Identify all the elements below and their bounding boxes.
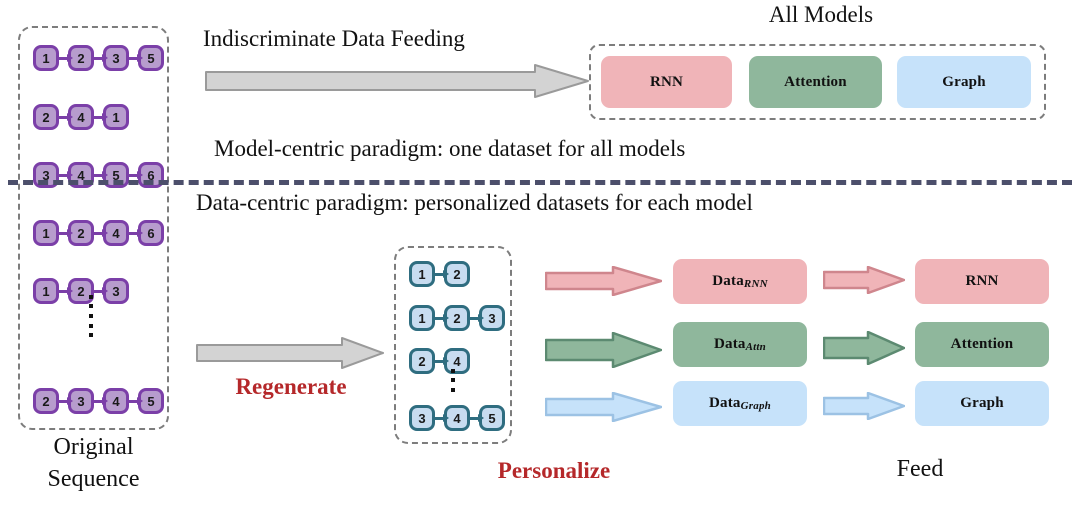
sequence-link-arrow-icon [59, 115, 68, 119]
personalize-arrow-attn [545, 332, 662, 368]
original-sequence-row: 123 [33, 278, 129, 304]
sequence-node: 1 [33, 45, 59, 71]
regenerate-label: Regenerate [235, 374, 347, 399]
sequence-link-arrow-icon [435, 272, 444, 276]
sequence-link-arrow-icon [129, 231, 138, 235]
sequence-link-arrow-icon [59, 399, 68, 403]
original-sequence-row: 2345 [33, 388, 164, 414]
sequence-node: 1 [33, 278, 59, 304]
sequence-node: 1 [33, 220, 59, 246]
indiscriminate-feeding-arrow [205, 64, 589, 98]
sequence-link-arrow-icon [470, 316, 479, 320]
feed-label: Feed [896, 456, 944, 482]
personalize-arrow-rnn [545, 266, 662, 296]
sequence-node: 2 [33, 104, 59, 130]
target-model-graph[interactable]: Graph [915, 381, 1049, 426]
personalized-dataset-rnn[interactable]: DataRNN [673, 259, 807, 304]
original-sequence-ellipsis-icon [89, 292, 93, 340]
target-model-attention[interactable]: Attention [915, 322, 1049, 367]
all-models-item-rnn[interactable]: RNN [601, 56, 732, 108]
sequence-node: 3 [409, 405, 435, 431]
personalize-label: Personalize [497, 458, 611, 483]
sequence-link-arrow-icon [94, 56, 103, 60]
sequence-link-arrow-icon [129, 399, 138, 403]
regenerated-sequence-ellipsis-icon [451, 366, 455, 395]
personalized-dataset-attn[interactable]: DataAttn [673, 322, 807, 367]
sequence-node: 1 [409, 305, 435, 331]
regenerated-sequence-row: 345 [409, 405, 505, 431]
original-sequence-row: 1235 [33, 45, 164, 71]
sequence-link-arrow-icon [59, 231, 68, 235]
regenerated-sequence-row: 12 [409, 261, 470, 287]
sequence-node: 2 [33, 388, 59, 414]
feed-arrow-graph [823, 392, 905, 420]
sequence-link-arrow-icon [435, 316, 444, 320]
target-model-rnn[interactable]: RNN [915, 259, 1049, 304]
sequence-node: 2 [409, 348, 435, 374]
sequence-node: 1 [409, 261, 435, 287]
regenerate-arrow [196, 337, 384, 369]
sequence-link-arrow-icon [129, 56, 138, 60]
indiscriminate-feeding-label: Indiscriminate Data Feeding [203, 26, 465, 51]
all-models-title: All Models [768, 2, 874, 27]
sequence-link-arrow-icon [94, 173, 103, 177]
original-sequence-caption-line2: Sequence [47, 466, 140, 492]
sequence-link-arrow-icon [59, 56, 68, 60]
sequence-link-arrow-icon [435, 359, 444, 363]
original-sequence-row: 241 [33, 104, 129, 130]
sequence-link-arrow-icon [129, 173, 138, 177]
personalized-dataset-graph[interactable]: DataGraph [673, 381, 807, 426]
sequence-link-arrow-icon [59, 289, 68, 293]
sequence-link-arrow-icon [470, 416, 479, 420]
sequence-link-arrow-icon [94, 231, 103, 235]
data-centric-caption: Data-centric paradigm: personalized data… [196, 190, 753, 215]
all-models-item-graph[interactable]: Graph [897, 56, 1031, 108]
sequence-link-arrow-icon [435, 416, 444, 420]
feed-arrow-attention [823, 331, 905, 365]
sequence-link-arrow-icon [94, 115, 103, 119]
original-sequence-row: 1246 [33, 220, 164, 246]
paradigm-divider [8, 180, 1072, 185]
regenerated-sequence-row: 24 [409, 348, 470, 374]
personalize-arrow-graph [545, 392, 662, 422]
sequence-link-arrow-icon [94, 399, 103, 403]
model-centric-caption: Model-centric paradigm: one dataset for … [214, 136, 686, 161]
original-sequence-caption-line1: Original [53, 434, 134, 460]
sequence-link-arrow-icon [94, 289, 103, 293]
sequence-link-arrow-icon [59, 173, 68, 177]
all-models-item-attention[interactable]: Attention [749, 56, 882, 108]
feed-arrow-rnn [823, 266, 905, 294]
regenerated-sequence-row: 123 [409, 305, 505, 331]
